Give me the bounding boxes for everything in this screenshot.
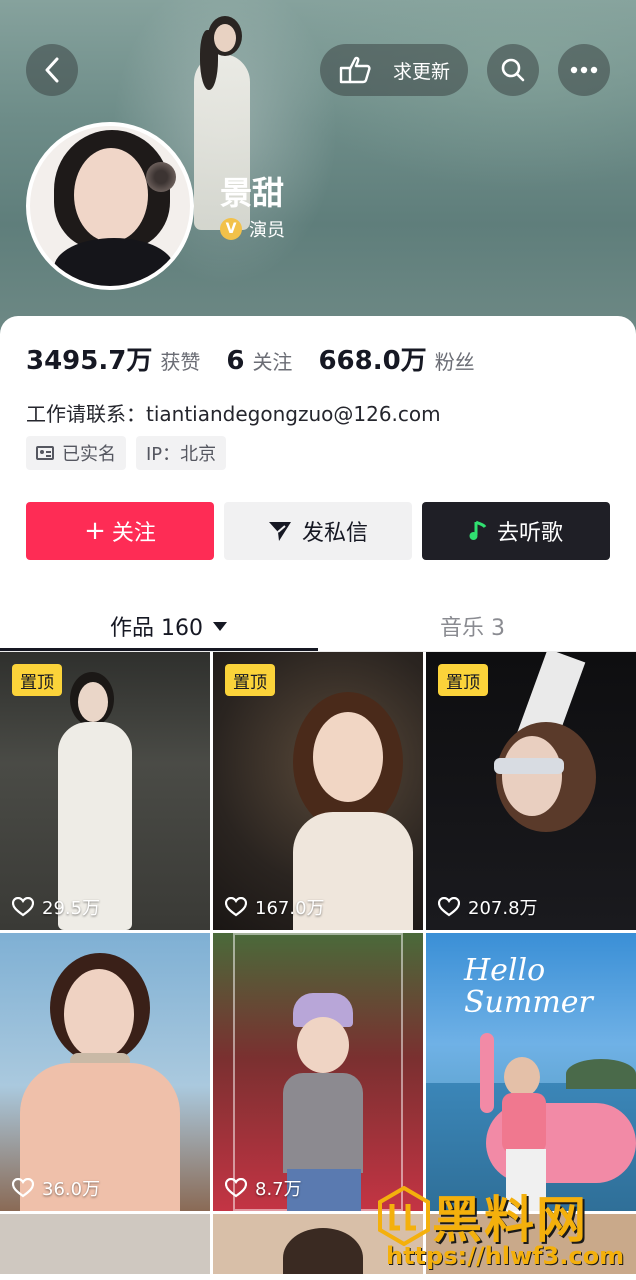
listen-music-button[interactable]: 去听歌 xyxy=(422,502,610,560)
watermark-logo-icon xyxy=(378,1186,430,1246)
like-count: 29.5万 xyxy=(12,894,100,920)
heart-icon xyxy=(225,897,247,917)
request-update-label: 求更新 xyxy=(392,60,450,83)
pinned-badge: 置顶 xyxy=(438,664,488,696)
follow-label: 关注 xyxy=(111,521,156,546)
like-count: 36.0万 xyxy=(12,1175,100,1201)
search-icon xyxy=(501,58,525,82)
tab-music-label: 音乐 3 xyxy=(440,616,505,641)
more-dots-icon xyxy=(570,66,598,74)
stat-followers[interactable]: 668.0万 粉丝 xyxy=(318,340,474,377)
like-count-value: 207.8万 xyxy=(468,898,538,919)
follow-button[interactable]: + 关注 xyxy=(26,502,214,560)
avatar[interactable] xyxy=(26,122,194,290)
tab-music[interactable]: 音乐 3 xyxy=(440,600,505,652)
heart-icon xyxy=(12,1178,34,1198)
more-button[interactable] xyxy=(558,44,610,96)
back-button[interactable] xyxy=(26,44,78,96)
stat-following[interactable]: 6 关注 xyxy=(226,346,292,376)
message-label: 发私信 xyxy=(301,521,368,546)
like-count: 207.8万 xyxy=(438,894,538,920)
stats-row: 3495.7万 获赞 6 关注 668.0万 粉丝 xyxy=(26,340,501,377)
video-tile[interactable]: 36.0万 xyxy=(0,933,210,1211)
caret-down-icon[interactable] xyxy=(213,621,227,631)
video-tile[interactable] xyxy=(0,1214,210,1274)
heart-icon xyxy=(438,897,460,917)
like-count-value: 29.5万 xyxy=(42,898,101,919)
request-update-button[interactable]: 求更新 xyxy=(320,44,468,96)
heart-icon xyxy=(12,897,34,917)
pinned-badge: 置顶 xyxy=(12,664,62,696)
video-tile[interactable]: 8.7万 xyxy=(213,933,423,1211)
back-chevron-icon xyxy=(45,57,59,83)
tile-hello-summer-text: Hello Summer xyxy=(464,953,593,1020)
site-watermark: 黑料网 https://hlwf3.com xyxy=(370,1176,636,1280)
verified-badge-icon: V xyxy=(220,218,242,240)
stat-label: 获赞 xyxy=(160,350,201,374)
video-tile[interactable]: 置顶 167.0万 xyxy=(213,652,423,930)
ip-location-label: IP：北京 xyxy=(146,444,217,465)
ip-location-tag: IP：北京 xyxy=(136,436,227,470)
send-icon xyxy=(268,520,292,542)
like-count-value: 167.0万 xyxy=(255,898,325,919)
tab-works-label: 作品 160 xyxy=(110,616,203,641)
stat-value: 6 xyxy=(226,346,245,376)
video-tile[interactable]: 置顶 207.8万 xyxy=(426,652,636,930)
content-tabs: 作品 160 音乐 3 xyxy=(0,600,636,652)
id-card-icon xyxy=(36,446,54,460)
video-tile[interactable]: 置顶 29.5万 xyxy=(0,652,210,930)
verified-label: 演员 xyxy=(249,220,285,241)
video-tile[interactable]: Hello Summer xyxy=(426,933,636,1211)
music-note-icon xyxy=(469,520,487,542)
heart-icon xyxy=(225,1178,247,1198)
plus-icon: + xyxy=(84,516,106,546)
like-count-value: 8.7万 xyxy=(255,1179,302,1200)
stat-value: 3495.7万 xyxy=(26,346,153,376)
listen-music-label: 去听歌 xyxy=(496,521,563,546)
profile-tags: 已实名 IP：北京 xyxy=(26,436,236,470)
stat-value: 668.0万 xyxy=(318,346,427,376)
like-count: 167.0万 xyxy=(225,894,325,920)
real-name-tag[interactable]: 已实名 xyxy=(26,436,126,470)
profile-name: 景甜 xyxy=(220,174,285,212)
stat-label: 粉丝 xyxy=(434,350,475,374)
pinned-badge: 置顶 xyxy=(225,664,275,696)
profile-cover: 求更新 景甜 V 演员 xyxy=(0,0,636,345)
watermark-url: https://hlwf3.com xyxy=(386,1242,625,1270)
stat-likes: 3495.7万 获赞 xyxy=(26,340,200,377)
real-name-label: 已实名 xyxy=(62,444,116,465)
verification: V 演员 xyxy=(220,216,285,242)
stat-label: 关注 xyxy=(252,350,293,374)
message-button[interactable]: 发私信 xyxy=(224,502,412,560)
bio-contact: 工作请联系：tiantiandegongzuo@126.com xyxy=(26,402,441,426)
like-count-value: 36.0万 xyxy=(42,1179,101,1200)
tab-works[interactable]: 作品 160 xyxy=(110,600,227,652)
search-button[interactable] xyxy=(487,44,539,96)
like-count: 8.7万 xyxy=(225,1175,302,1201)
action-buttons: + 关注 发私信 去听歌 xyxy=(26,502,610,560)
pointing-hand-icon xyxy=(339,56,371,84)
